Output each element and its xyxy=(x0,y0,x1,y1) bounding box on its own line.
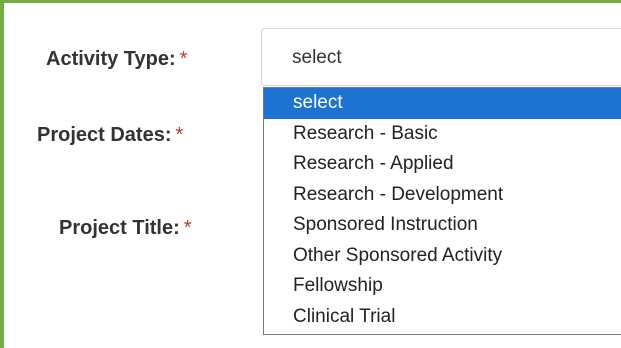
dropdown-option-clinical-trial[interactable]: Clinical Trial xyxy=(264,302,621,333)
required-mark: * xyxy=(179,48,188,70)
dropdown-option-research-applied[interactable]: Research - Applied xyxy=(264,149,621,180)
dropdown-option-research-basic[interactable]: Research - Basic xyxy=(264,119,621,150)
activity-type-label-text: Activity Type: xyxy=(46,48,176,70)
activity-type-label: Activity Type: * xyxy=(46,48,187,71)
activity-type-select[interactable]: select xyxy=(261,28,621,86)
dropdown-option-fellowship[interactable]: Fellowship xyxy=(264,271,621,302)
dropdown-option-select[interactable]: select xyxy=(264,88,621,119)
project-title-label-text: Project Title: xyxy=(59,217,180,239)
dropdown-option-sponsored-instruction[interactable]: Sponsored Instruction xyxy=(264,210,621,241)
required-mark: * xyxy=(175,124,184,146)
activity-type-dropdown-list[interactable]: select Research - Basic Research - Appli… xyxy=(263,87,621,335)
project-dates-label-text: Project Dates: xyxy=(37,124,172,146)
dropdown-option-other-sponsored-activity[interactable]: Other Sponsored Activity xyxy=(264,241,621,272)
project-dates-label: Project Dates: * xyxy=(37,124,183,147)
activity-type-selected-value: select xyxy=(292,47,342,68)
project-title-label: Project Title: * xyxy=(59,217,192,240)
required-mark: * xyxy=(183,217,192,239)
dropdown-option-research-development[interactable]: Research - Development xyxy=(264,180,621,211)
form-panel: Activity Type: * Project Dates: * Project … xyxy=(0,0,621,348)
